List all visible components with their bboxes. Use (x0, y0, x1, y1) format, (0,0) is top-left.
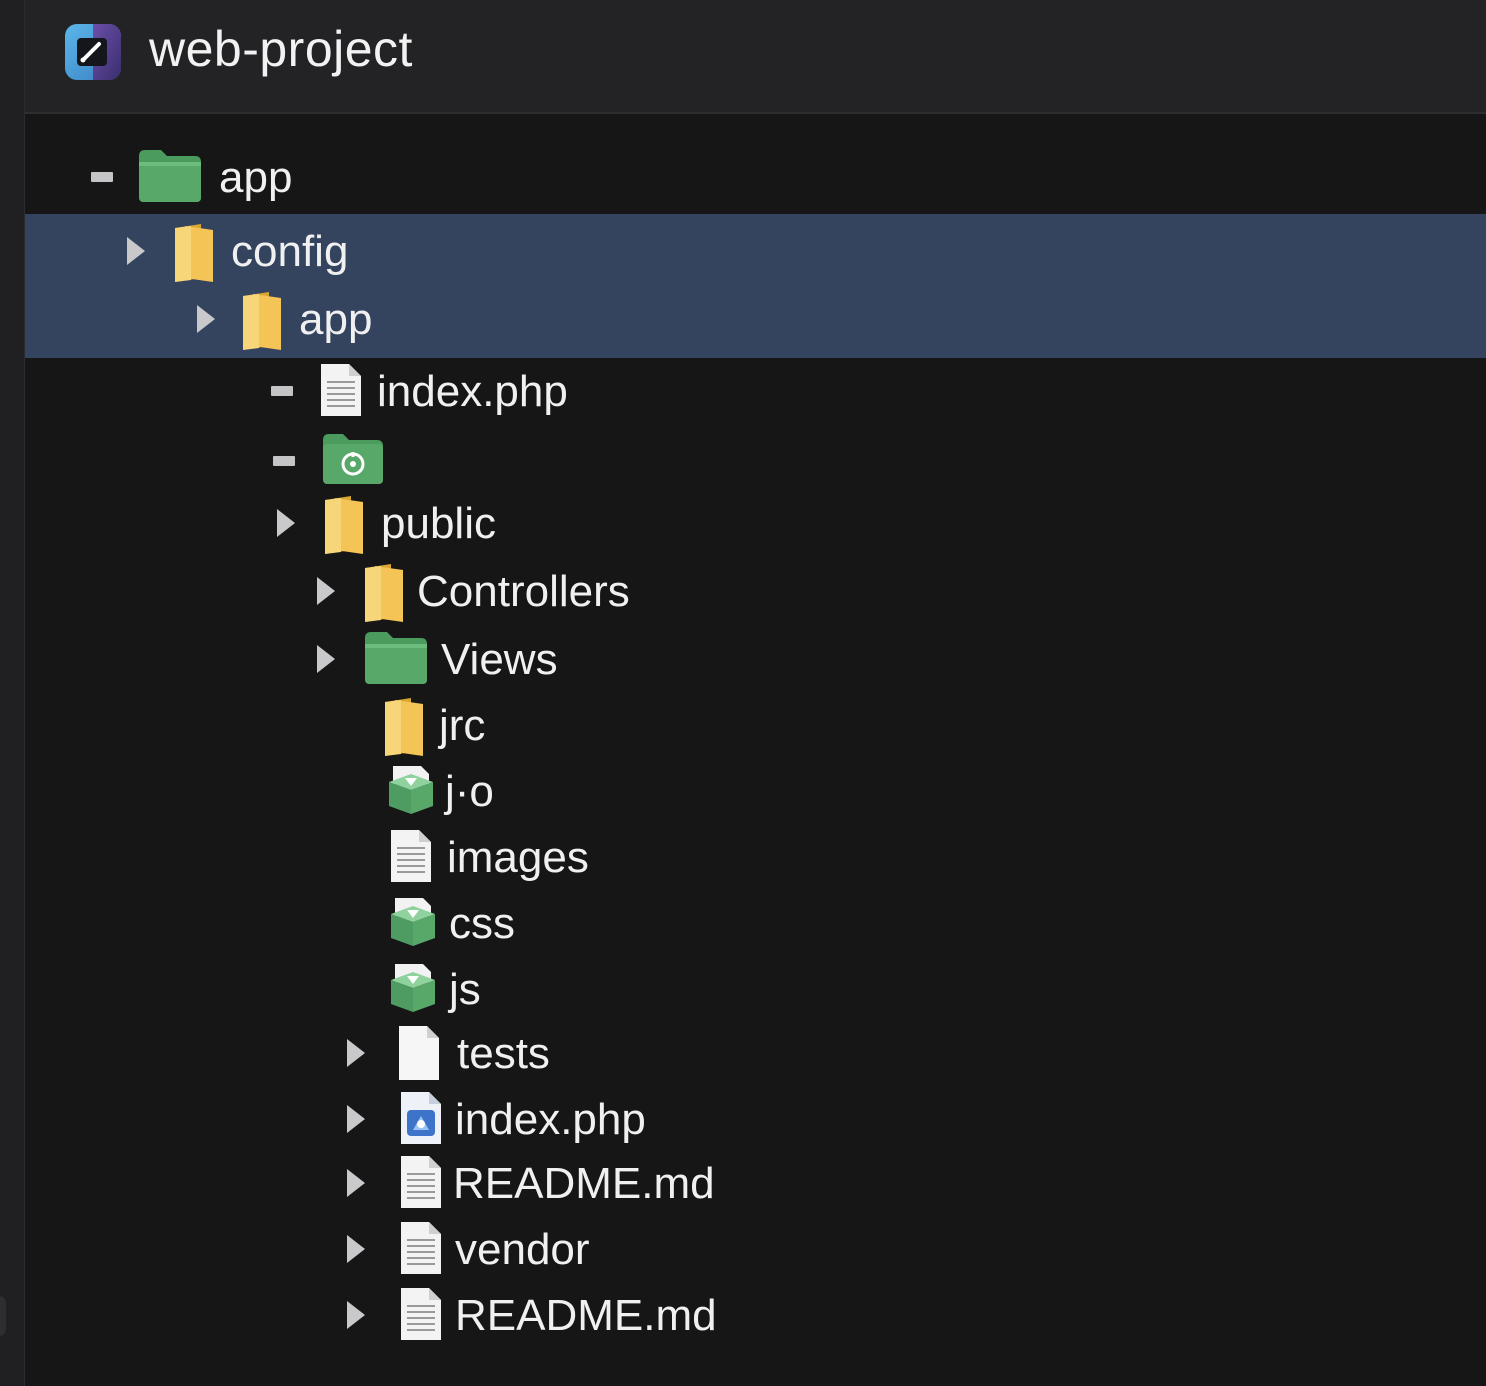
tree-row-label: README.md (455, 1291, 717, 1340)
tree-row-label: app (219, 153, 293, 202)
sidebar-resize-handle[interactable] (0, 1296, 6, 1336)
tree-row-label: README.md (453, 1159, 715, 1208)
tree-row[interactable]: index.php (25, 1086, 1486, 1152)
collapse-icon[interactable] (91, 172, 113, 182)
app-logo-icon[interactable] (63, 22, 123, 82)
yellow-folder-icon (239, 290, 285, 357)
tree-row[interactable]: jrc (25, 692, 1486, 758)
tree-row-label: index.php (455, 1095, 646, 1144)
green-package-icon (389, 894, 437, 953)
tree-row-label: config (231, 227, 349, 276)
green-package-icon (389, 960, 437, 1019)
expand-chevron-icon[interactable] (127, 237, 145, 265)
tree-row[interactable]: config (25, 218, 1486, 284)
tree-row[interactable] (25, 428, 1486, 494)
tree-row-label: css (449, 899, 515, 948)
tree-row[interactable]: vendor (25, 1216, 1486, 1282)
tree-row[interactable]: Views (25, 626, 1486, 692)
green-folder-icon (137, 148, 203, 209)
tree-row[interactable]: README.md (25, 1150, 1486, 1216)
tree-row[interactable]: images (25, 824, 1486, 890)
collapse-icon[interactable] (273, 456, 295, 466)
tree-row-label: Controllers (417, 567, 630, 616)
yellow-folder-icon (361, 562, 407, 629)
tree-row-label: public (381, 499, 496, 548)
expand-chevron-icon[interactable] (347, 1301, 365, 1329)
yellow-folder-icon (171, 222, 217, 289)
tree-row-label: Views (441, 635, 558, 684)
tree-row[interactable]: tests (25, 1020, 1486, 1086)
expand-chevron-icon[interactable] (317, 645, 335, 673)
tree-row[interactable]: app (25, 286, 1486, 352)
tree-row-label: images (447, 833, 589, 882)
document-icon (389, 828, 433, 889)
expand-chevron-icon[interactable] (317, 577, 335, 605)
tree-row-label: index.php (377, 367, 568, 416)
php-file-icon (399, 1090, 443, 1151)
yellow-folder-icon (321, 494, 367, 561)
green-folder-badge-icon (321, 432, 385, 491)
tree-row-label: vendor (455, 1225, 590, 1274)
tree-row[interactable]: app (25, 144, 1486, 210)
green-package-icon (387, 762, 435, 821)
expand-chevron-icon[interactable] (347, 1169, 365, 1197)
tree-row-label: app (299, 295, 373, 344)
project-title: web-project (149, 21, 413, 77)
expand-chevron-icon[interactable] (277, 509, 295, 537)
tree-row-label: j·o (445, 767, 494, 816)
document-icon (399, 1220, 443, 1281)
tree-row-label: js (449, 965, 481, 1014)
expand-chevron-icon[interactable] (347, 1039, 365, 1067)
document-icon (319, 362, 363, 423)
document-icon (399, 1154, 443, 1215)
green-folder-icon (363, 630, 429, 691)
tree-row-label: tests (457, 1029, 550, 1078)
activity-bar (0, 0, 25, 1386)
file-tree: app config app index.php public Controll… (25, 114, 1486, 1386)
blank-file-icon (397, 1024, 441, 1087)
expand-chevron-icon[interactable] (347, 1235, 365, 1263)
tree-row[interactable]: README.md (25, 1282, 1486, 1348)
tree-row[interactable]: j·o (25, 758, 1486, 824)
yellow-folder-icon (381, 696, 427, 763)
document-icon (399, 1286, 443, 1347)
tree-row[interactable]: js (25, 956, 1486, 1022)
collapse-icon[interactable] (271, 386, 293, 396)
tree-row[interactable]: css (25, 890, 1486, 956)
tree-row[interactable]: index.php (25, 358, 1486, 424)
expand-chevron-icon[interactable] (197, 305, 215, 333)
tree-row[interactable]: Controllers (25, 558, 1486, 624)
project-header: web-project (25, 0, 1486, 114)
file-explorer-window: web-project app config app index.php pub… (0, 0, 1486, 1386)
expand-chevron-icon[interactable] (347, 1105, 365, 1133)
tree-row[interactable]: public (25, 490, 1486, 556)
tree-row-label: jrc (439, 701, 486, 750)
